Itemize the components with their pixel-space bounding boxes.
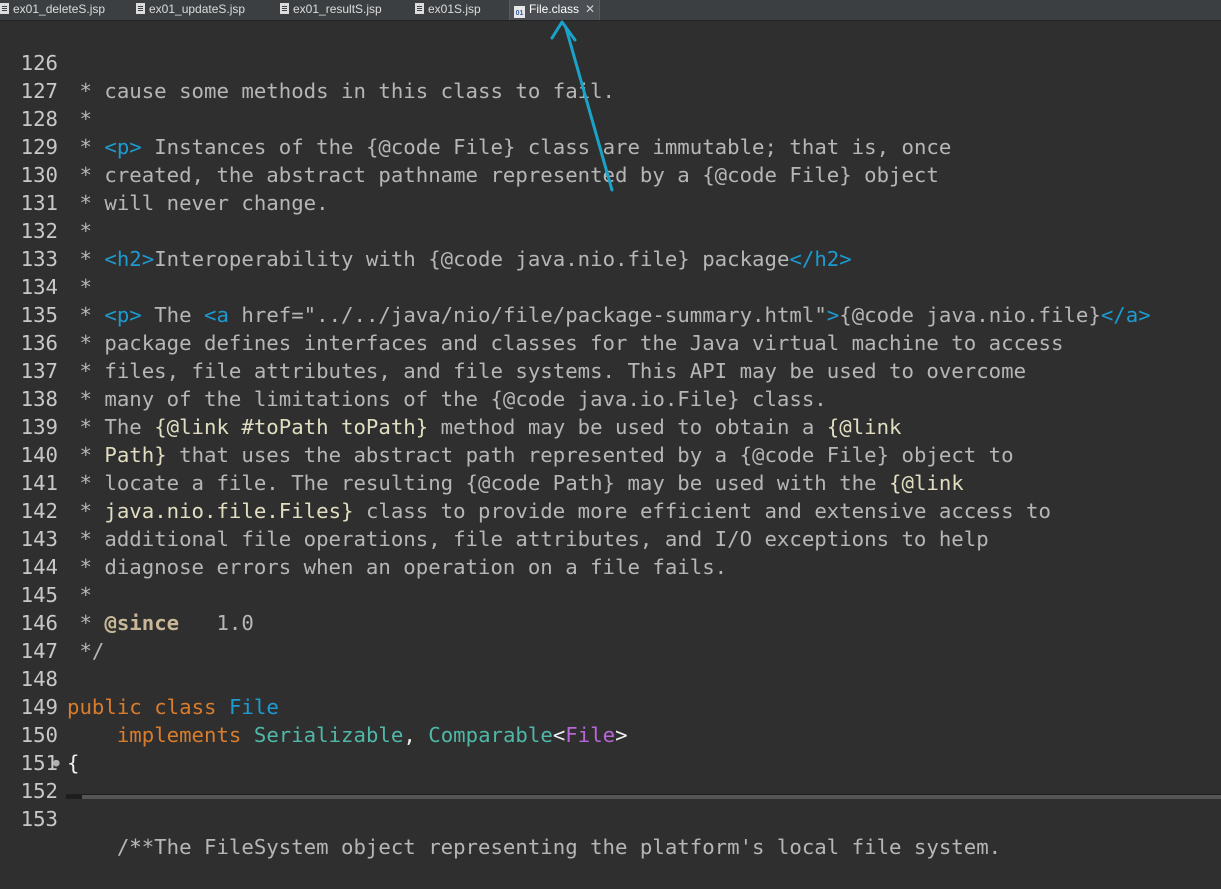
tab-label: ex01_deleteS.jsp [13, 2, 106, 16]
code-line: 134 * <p> The <a href="../../java/nio/fi… [0, 245, 1151, 327]
editor-tab-bar: ex01_deleteS.jsp ex01_updateS.jsp ex01_r… [0, 0, 1221, 21]
line-text: * many of the limitations of the {@code … [67, 387, 827, 411]
tab-ex01-results-jsp[interactable]: ex01_resultS.jsp [280, 0, 382, 20]
code-line: 139 * Path} that uses the abstract path … [0, 385, 1014, 467]
line-text: { [67, 751, 80, 775]
jsp-file-icon [136, 3, 145, 14]
code-line: 141 * java.nio.file.Files} class to prov… [0, 441, 1051, 523]
tab-file-class[interactable]: 01 File.class ✕ [509, 0, 601, 20]
line-text: * package defines interfaces and classes… [67, 331, 1064, 355]
code-line: 149 implements Serializable, Comparable<… [0, 665, 628, 747]
code-line: 143 * diagnose errors when an operation … [0, 497, 728, 579]
line-text: * <p> Instances of the {@code File} clas… [67, 135, 952, 159]
line-text: * cause some methods in this class to fa… [67, 79, 616, 103]
code-line: 135 * package defines interfaces and cla… [0, 273, 1064, 355]
code-line: 128 * <p> Instances of the {@code File} … [0, 77, 952, 159]
jsp-file-icon [280, 3, 289, 14]
tab-ex01-deletes-jsp[interactable]: ex01_deleteS.jsp [0, 0, 105, 20]
code-line: 153 * The FileSystem object representing… [0, 777, 1002, 859]
code-line: 126 * cause some methods in this class t… [0, 21, 615, 103]
code-line: 137 * many of the limitations of the {@c… [0, 329, 827, 411]
code-editor[interactable]: 126 * cause some methods in this class t… [0, 21, 1221, 859]
line-number: 153 [20, 807, 58, 831]
fold-marker-icon[interactable]: ● [53, 749, 60, 777]
line-text: * created, the abstract pathname represe… [67, 163, 939, 187]
line-text: * diagnose errors when an operation on a… [67, 555, 728, 579]
code-line: 127 * [0, 49, 92, 131]
horizontal-scrollbar-thumb[interactable] [82, 795, 1221, 799]
line-text: * @since 1.0 [67, 611, 254, 635]
line-text: * [67, 275, 92, 299]
tab-label: File.class [529, 2, 580, 16]
code-line: 150 { [0, 693, 80, 775]
line-text: public class File [67, 695, 279, 719]
tab-ex01-updates-jsp[interactable]: ex01_updateS.jsp [136, 0, 245, 20]
code-line: 145 * @since 1.0 [0, 553, 254, 635]
line-text: * locate a file. The resulting {@code Pa… [67, 471, 964, 495]
line-text: implements Serializable, Comparable<File… [116, 723, 628, 747]
code-line: 144 * [0, 525, 92, 607]
code-line: 151 [0, 721, 58, 775]
line-text: * additional file operations, file attri… [67, 527, 989, 551]
code-line: 152 ● /** [0, 749, 155, 859]
code-line: 129 * created, the abstract pathname rep… [0, 105, 939, 187]
code-line: 142 * additional file operations, file a… [0, 469, 989, 551]
tab-label: ex01_resultS.jsp [293, 2, 382, 16]
line-text: * files, file attributes, and file syste… [67, 359, 1027, 383]
line-text: * <h2>Interoperability with {@code java.… [67, 247, 852, 271]
tab-ex01s-jsp[interactable]: ex01S.jsp [415, 0, 481, 20]
tab-label: ex01_updateS.jsp [149, 2, 246, 16]
line-text: * [67, 107, 92, 131]
jsp-file-icon [0, 3, 9, 14]
code-line: 138 * The {@link #toPath toPath} method … [0, 357, 902, 439]
jsp-file-icon [415, 3, 424, 14]
line-text: * The {@link #toPath toPath} method may … [67, 415, 902, 439]
code-line: 132 * <h2>Interoperability with {@code j… [0, 189, 852, 271]
line-text: * [67, 583, 92, 607]
code-line: 131 * [0, 161, 92, 243]
code-line: 130 * will never change. [0, 133, 329, 215]
line-text: * Path} that uses the abstract path repr… [67, 443, 1014, 467]
code-line: 133 * [0, 217, 92, 299]
line-text: * java.nio.file.Files} class to provide … [67, 499, 1051, 523]
line-text: * The FileSystem object representing the… [67, 835, 1002, 859]
class-file-icon: 01 [514, 6, 525, 18]
tab-label: ex01S.jsp [428, 2, 481, 16]
line-text: */ [67, 639, 105, 663]
code-line: 136 * files, file attributes, and file s… [0, 301, 1026, 383]
code-line: 148 public class File [0, 637, 279, 719]
line-text: * [67, 219, 92, 243]
line-text: * <p> The <a href="../../java/nio/file/p… [67, 303, 1151, 327]
code-line: 140 * locate a file. The resulting {@cod… [0, 413, 964, 495]
code-line: 147 [0, 609, 58, 663]
close-icon[interactable]: ✕ [585, 0, 595, 18]
line-text: * will never change. [67, 191, 329, 215]
code-line: 146 */ [0, 581, 105, 663]
